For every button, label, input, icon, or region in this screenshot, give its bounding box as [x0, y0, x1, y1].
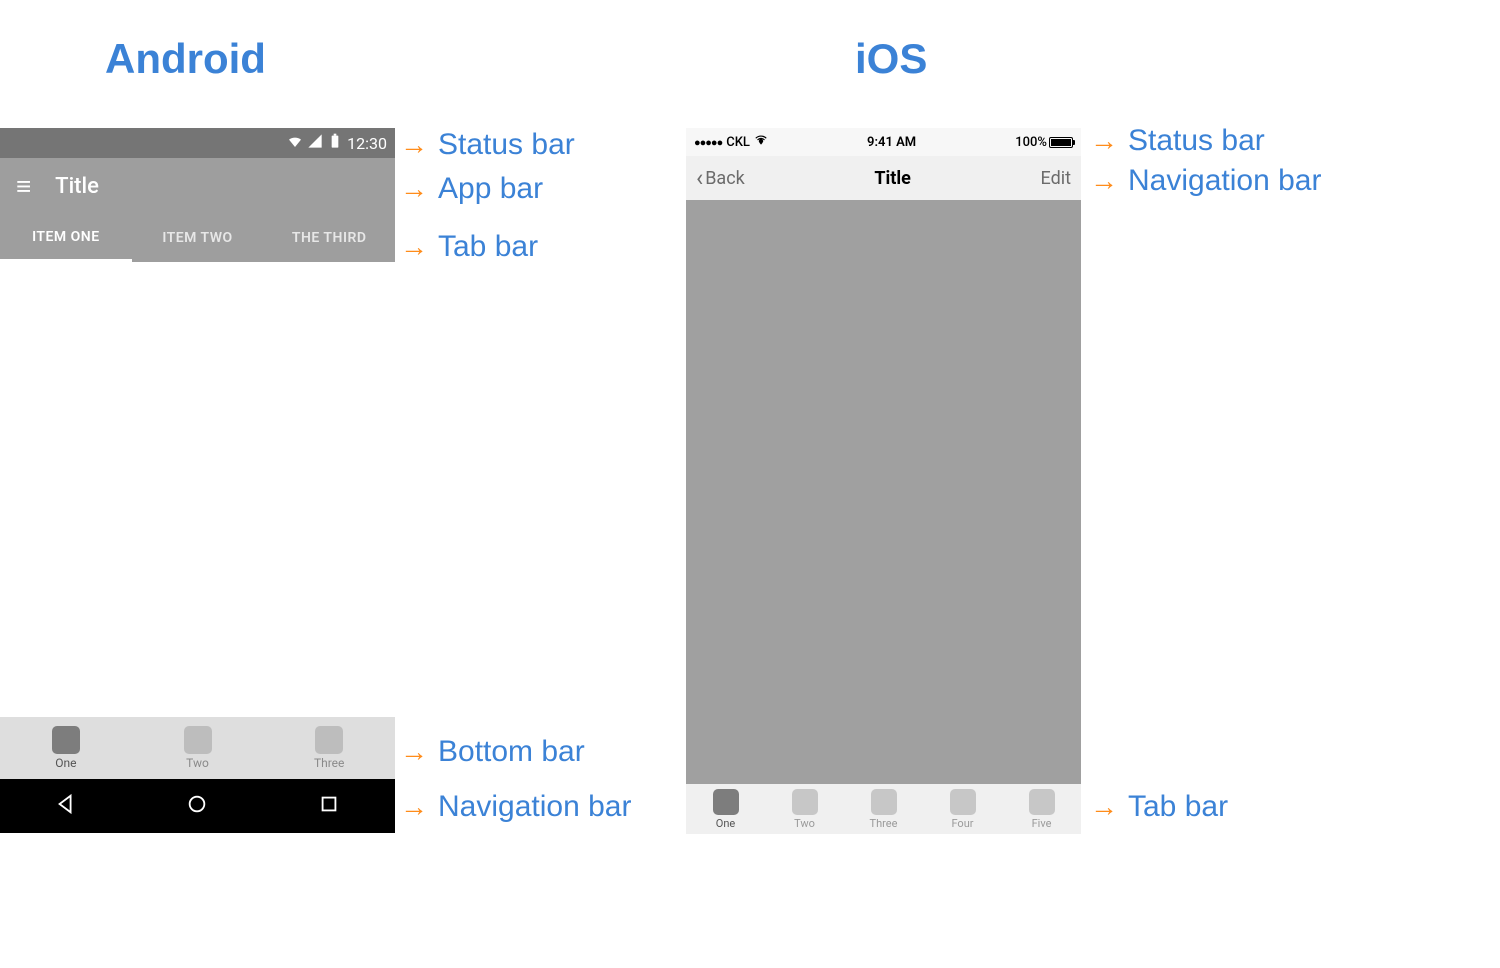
heading-ios: iOS	[855, 35, 927, 83]
arrow-icon: →	[400, 791, 428, 823]
android-mock: 12:30 ≡ Title ITEM ONE ITEM TWO THE THIR…	[0, 128, 395, 833]
battery-icon	[327, 133, 343, 153]
bottom-item-three[interactable]: Three	[263, 717, 395, 779]
android-status-bar: 12:30	[0, 128, 395, 158]
tab-item-three[interactable]: Three	[844, 784, 923, 834]
ios-nav-bar: ‹ Back Title Edit	[686, 156, 1081, 200]
annot-ios-status: →Status bar	[1090, 124, 1265, 158]
signal-icon	[307, 133, 323, 153]
square-icon	[315, 726, 343, 754]
arrow-icon: →	[1090, 791, 1118, 823]
nav-title: Title	[874, 168, 911, 189]
app-bar-title: Title	[55, 174, 99, 199]
annot-ios-navbar: →Navigation bar	[1090, 164, 1321, 198]
tab-item-two[interactable]: ITEM TWO	[132, 214, 264, 262]
tab-item-two[interactable]: Two	[765, 784, 844, 834]
ios-status-bar: ●●●●● CKL 9:41 AM 100%	[686, 128, 1081, 156]
android-bottom-bar: One Two Three	[0, 717, 395, 779]
nav-recent-icon[interactable]	[318, 793, 340, 819]
status-time: 9:41 AM	[768, 135, 1015, 150]
arrow-icon: →	[400, 736, 428, 768]
wifi-icon	[754, 133, 768, 151]
battery-icon	[1049, 137, 1073, 148]
heading-android: Android	[105, 35, 266, 83]
tab-item-five[interactable]: Five	[1002, 784, 1081, 834]
android-tab-bar: ITEM ONE ITEM TWO THE THIRD	[0, 214, 395, 262]
hamburger-icon[interactable]: ≡	[16, 171, 31, 202]
annot-android-tabbar: →Tab bar	[400, 230, 538, 264]
annot-android-bottom: →Bottom bar	[400, 735, 585, 769]
arrow-icon: →	[1090, 165, 1118, 197]
back-button[interactable]: ‹ Back	[696, 164, 745, 192]
square-icon	[871, 789, 897, 815]
square-icon	[1029, 789, 1055, 815]
status-time: 12:30	[347, 134, 387, 153]
android-content	[0, 262, 395, 717]
ios-content	[686, 200, 1081, 784]
square-icon	[792, 789, 818, 815]
tab-item-one[interactable]: ITEM ONE	[0, 214, 132, 262]
square-icon	[184, 726, 212, 754]
square-icon	[52, 726, 80, 754]
tab-item-three[interactable]: THE THIRD	[263, 214, 395, 262]
square-icon	[950, 789, 976, 815]
arrow-icon: →	[1090, 125, 1118, 157]
signal-dots-icon: ●●●●●	[694, 136, 722, 149]
ios-mock: ●●●●● CKL 9:41 AM 100% ‹ Back Title Edit…	[686, 128, 1081, 834]
arrow-icon: →	[400, 173, 428, 205]
bottom-item-two[interactable]: Two	[132, 717, 264, 779]
annot-android-nav: →Navigation bar	[400, 790, 631, 824]
ios-tab-bar: One Two Three Four Five	[686, 784, 1081, 834]
android-nav-bar	[0, 779, 395, 833]
square-icon	[713, 789, 739, 815]
chevron-left-icon: ‹	[696, 164, 703, 192]
carrier-label: CKL	[726, 135, 750, 150]
annot-android-appbar: →App bar	[400, 172, 543, 206]
bottom-item-one[interactable]: One	[0, 717, 132, 779]
wifi-icon	[287, 133, 303, 153]
arrow-icon: →	[400, 129, 428, 161]
arrow-icon: →	[400, 231, 428, 263]
annot-android-status: →Status bar	[400, 128, 575, 162]
nav-back-icon[interactable]	[55, 793, 77, 819]
tab-item-one[interactable]: One	[686, 784, 765, 834]
edit-button[interactable]: Edit	[1041, 168, 1071, 189]
annot-ios-tabbar: →Tab bar	[1090, 790, 1228, 824]
tab-item-four[interactable]: Four	[923, 784, 1002, 834]
battery-percent: 100%	[1015, 135, 1047, 150]
nav-home-icon[interactable]	[186, 793, 208, 819]
android-app-bar: ≡ Title	[0, 158, 395, 214]
